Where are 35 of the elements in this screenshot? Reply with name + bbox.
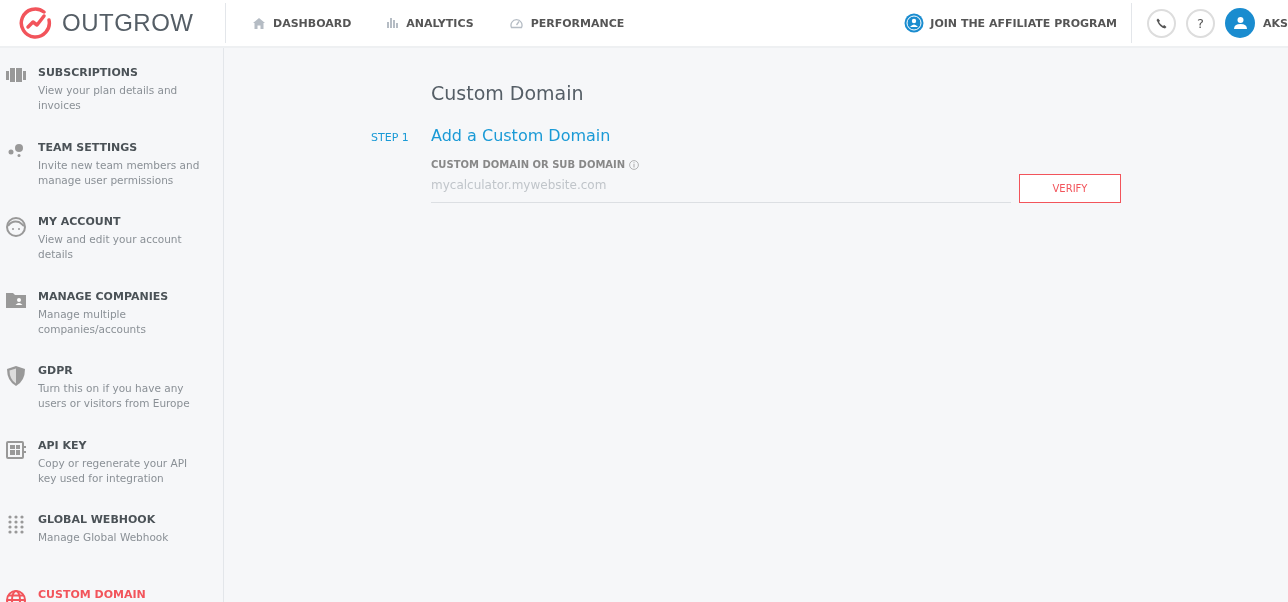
user-icon	[1233, 17, 1247, 29]
keypad-icon	[8, 515, 24, 535]
nav-link[interactable]: DASHBOARD	[253, 16, 352, 30]
page-title: Custom Domain	[431, 82, 585, 104]
sidebar-item[interactable]: API KEY Copy or regenerate your API key used for integration	[0, 438, 223, 513]
sidebar-item[interactable]: MANAGE COMPANIES Manage multiple companies/accounts	[0, 289, 223, 364]
phone-icon	[1156, 17, 1168, 29]
avatar-button[interactable]	[1225, 8, 1256, 38]
sidebar-item[interactable]: SUBSCRIPTIONS View your plan details and invoices	[0, 66, 223, 141]
field-label: CUSTOM DOMAIN OR SUB DOMAIN	[431, 159, 626, 170]
sidebar-item[interactable]: TEAM SETTINGS Invite new team members and manage user permissions	[0, 140, 223, 215]
user-name: AKS	[1263, 16, 1288, 30]
info-icon	[629, 159, 640, 170]
dots-icon	[8, 142, 24, 157]
nav-link[interactable]: ANALYTICS	[387, 16, 474, 30]
bar-chart-icon	[387, 18, 399, 28]
face-icon	[6, 217, 26, 237]
sidebar-item[interactable]: GLOBAL WEBHOOK Manage Global Webhook	[0, 513, 223, 588]
step-label: STEP 1	[371, 131, 409, 144]
grid-icon	[6, 440, 26, 459]
shield-icon	[7, 366, 25, 386]
home-icon	[253, 17, 265, 29]
folder-icon	[6, 291, 26, 308]
help-button[interactable]: ?	[1186, 8, 1216, 38]
sidebar-item[interactable]: GDPR Turn this on if you have any users or visitors from Europe	[0, 364, 223, 439]
people-icon	[904, 13, 925, 33]
logo-text: OUTGROW	[62, 9, 194, 37]
nav-link[interactable]: PERFORMANCE	[509, 16, 625, 30]
sidebar-item[interactable]: MY ACCOUNT View and edit your account details	[0, 215, 223, 290]
cards-icon	[6, 68, 26, 82]
phone-button[interactable]	[1147, 8, 1177, 38]
step-title: Add a Custom Domain	[431, 126, 612, 145]
affiliate-link[interactable]: JOIN THE AFFILIATE PROGRAM	[904, 13, 1118, 33]
gauge-icon	[509, 17, 523, 29]
logo-icon	[18, 6, 52, 40]
